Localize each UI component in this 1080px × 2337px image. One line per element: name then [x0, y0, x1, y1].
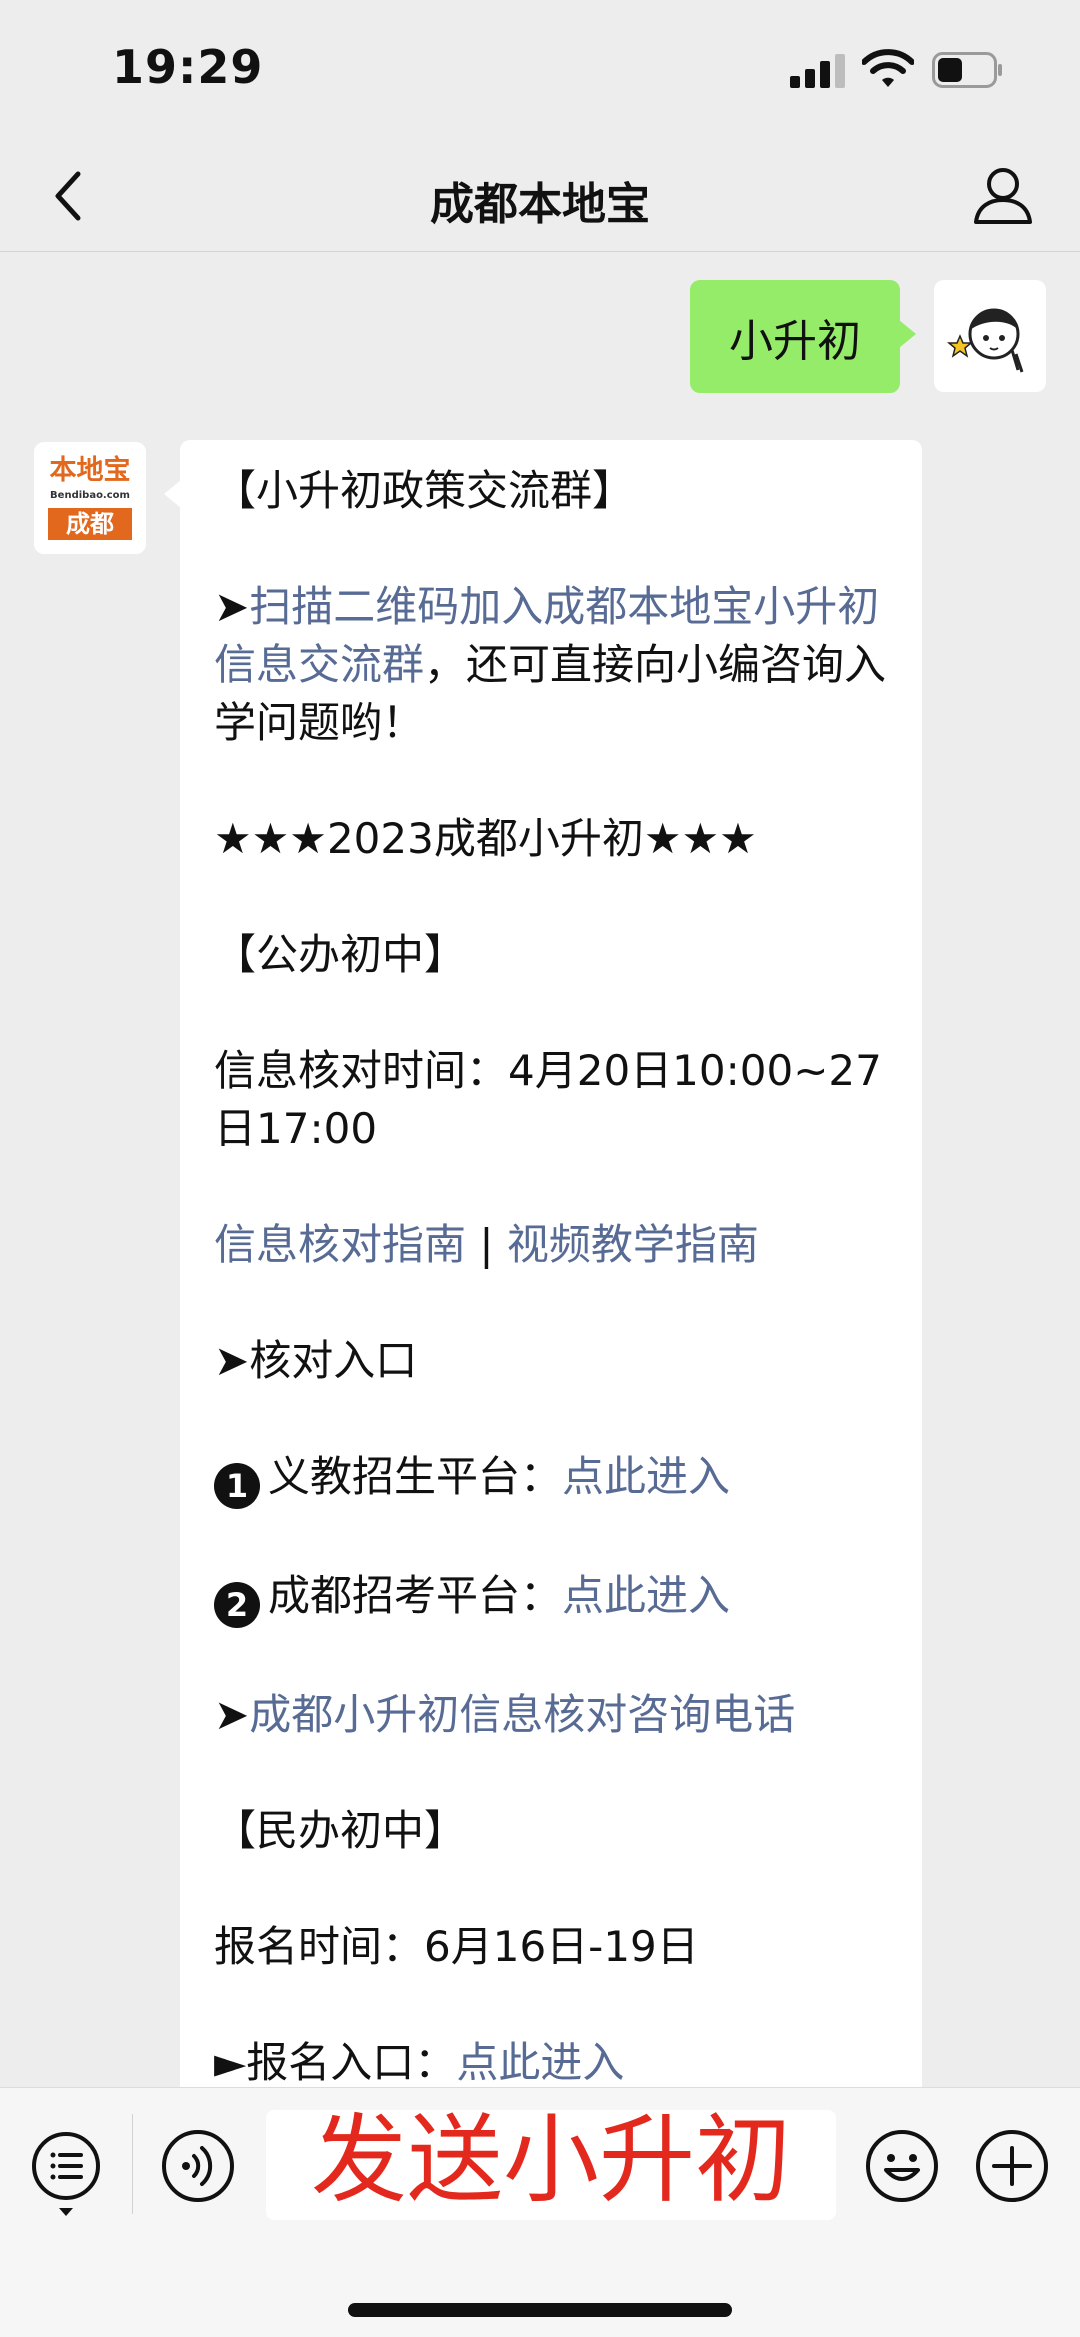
voice-icon[interactable]	[160, 2128, 236, 2204]
signal-icon	[790, 52, 846, 88]
hotline-link[interactable]: 成都小升初信息核对咨询电话	[249, 1690, 795, 1739]
hotline-paragraph: ➤成都小升初信息核对咨询电话	[214, 1686, 904, 1744]
status-time: 19:29	[112, 40, 264, 94]
outgoing-message-text: 小升初	[729, 315, 861, 367]
user-avatar[interactable]	[934, 280, 1046, 392]
public-school-heading: 【公办初中】	[214, 930, 467, 979]
private-school-heading: 【民办初中】	[214, 1806, 467, 1855]
overlay-instruction-text: 发送小升初	[311, 2104, 791, 2216]
profile-icon[interactable]	[968, 160, 1038, 230]
bottom-input-bar: 发送小升初	[0, 2087, 1080, 2337]
entry-1-label: 义教招生平台：	[268, 1452, 563, 1501]
nav-bar: 成都本地宝	[0, 140, 1080, 252]
entry-2: 2 成都招考平台：点此进入	[214, 1567, 904, 1628]
logo-city: 成都	[48, 508, 132, 540]
incoming-message-bubble: 【小升初政策交流群】 ➤扫描二维码加入成都本地宝小升初信息交流群，还可直接向小编…	[164, 440, 922, 2140]
arrow-glyph: ➤	[214, 1690, 250, 1739]
logo-text: 本地宝	[49, 455, 131, 486]
logo-subtext: Bendibao.com	[50, 490, 130, 501]
video-guide-link[interactable]: 视频教学指南	[507, 1220, 759, 1269]
register-label: ►报名入口：	[214, 2038, 457, 2087]
battery-icon	[932, 52, 1002, 88]
guide-separator: |	[466, 1220, 507, 1269]
message-title: 【小升初政策交流群】	[214, 466, 635, 515]
verify-guide-link[interactable]: 信息核对指南	[214, 1220, 466, 1269]
entry-heading: ➤核对入口	[214, 1336, 418, 1385]
number-1-icon: 1	[214, 1463, 260, 1509]
verify-time-text: 信息核对时间：4月20日10:00~27日17:00	[214, 1046, 882, 1153]
headline: ★★★2023成都小升初★★★	[214, 814, 757, 863]
menu-list-icon[interactable]	[28, 2128, 104, 2218]
status-bar: 19:29	[0, 0, 1080, 140]
cartoon-girl-avatar-icon	[946, 308, 1024, 373]
register-entry: ►报名入口：点此进入	[214, 2034, 904, 2092]
entry-1-link[interactable]: 点此进入	[562, 1452, 730, 1501]
bar-divider	[132, 2114, 133, 2214]
guide-links: 信息核对指南 | 视频教学指南	[214, 1216, 904, 1274]
bot-avatar[interactable]: 本地宝 Bendibao.com 成都	[34, 442, 146, 554]
plus-icon[interactable]	[974, 2128, 1050, 2204]
number-2-icon: 2	[214, 1582, 260, 1628]
home-indicator[interactable]	[348, 2303, 732, 2317]
register-time-text: 报名时间：6月16日-19日	[214, 1922, 699, 1971]
page-title: 成都本地宝	[430, 179, 650, 230]
entry-2-label: 成都招考平台：	[268, 1571, 563, 1620]
emoji-icon[interactable]	[864, 2128, 940, 2204]
intro-paragraph: ➤扫描二维码加入成都本地宝小升初信息交流群，还可直接向小编咨询入学问题哟！	[214, 578, 904, 752]
wifi-icon	[862, 49, 914, 87]
entry-2-link[interactable]: 点此进入	[562, 1571, 730, 1620]
register-link[interactable]: 点此进入	[456, 2038, 624, 2087]
arrow-glyph: ➤	[214, 582, 250, 631]
entry-1: 1 义教招生平台：点此进入	[214, 1448, 904, 1509]
message-content: 【小升初政策交流群】 ➤扫描二维码加入成都本地宝小升初信息交流群，还可直接向小编…	[214, 462, 904, 2150]
outgoing-message-bubble[interactable]: 小升初	[690, 280, 916, 393]
